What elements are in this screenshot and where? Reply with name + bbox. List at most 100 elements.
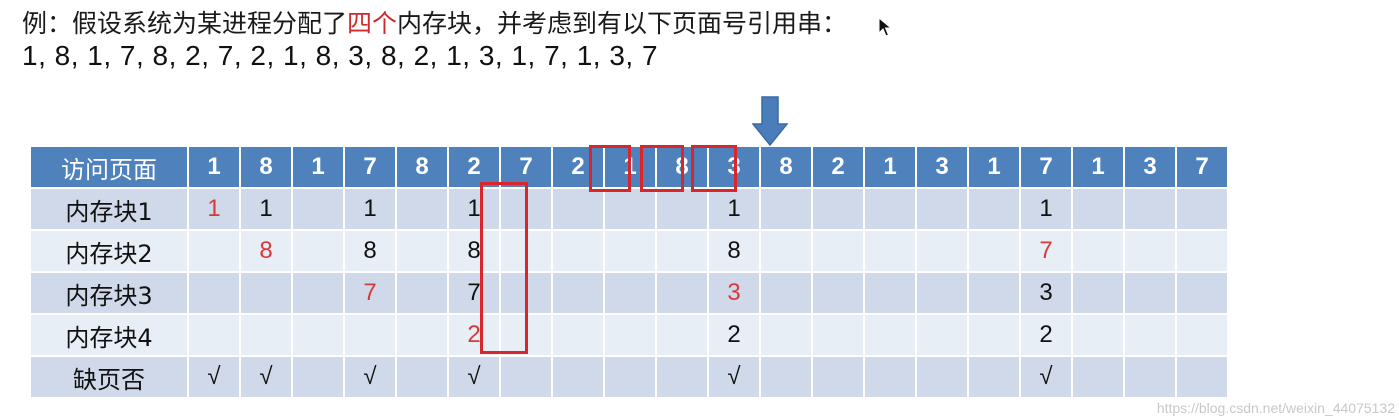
table-cell <box>396 356 449 399</box>
table-cell <box>1072 314 1125 357</box>
page-cell: 8 <box>240 147 293 189</box>
table-cell <box>188 230 241 273</box>
table-cell: 1 <box>1020 188 1073 231</box>
table-row: 缺页否 √ √ √ √ √ √ <box>31 356 1229 399</box>
page-cell: 8 <box>656 147 709 189</box>
table-cell <box>396 188 449 231</box>
table-cell <box>1124 272 1177 315</box>
table-cell <box>760 230 813 273</box>
table-cell <box>500 272 553 315</box>
page-cell: 1 <box>188 147 241 189</box>
table-cell <box>1124 314 1177 357</box>
table-cell <box>500 356 553 399</box>
table-cell <box>188 272 241 315</box>
table-cell: 2 <box>1020 314 1073 357</box>
row-label: 内存块1 <box>31 188 189 231</box>
table-row: 内存块4 2 2 2 <box>31 314 1229 357</box>
table-cell: 3 <box>708 272 761 315</box>
table-cell <box>916 314 969 357</box>
intro-before: 例：假设系统为某进程分配了 <box>22 9 348 38</box>
table-cell <box>760 356 813 399</box>
table-cell <box>760 314 813 357</box>
intro-highlight: 四个 <box>347 9 398 38</box>
page-cell: 7 <box>500 147 553 189</box>
table-cell <box>968 272 1021 315</box>
table-row: 内存块1 1 1 1 1 1 1 <box>31 188 1229 231</box>
table-cell <box>292 356 345 399</box>
table-cell <box>292 272 345 315</box>
table-row: 内存块2 8 8 8 8 7 <box>31 230 1229 273</box>
table-cell <box>604 314 657 357</box>
table-cell: 7 <box>1020 230 1073 273</box>
table-cell <box>344 314 397 357</box>
table-cell <box>812 314 865 357</box>
table-cell: 1 <box>188 188 241 231</box>
page-cell: 3 <box>916 147 969 189</box>
table-cell <box>812 188 865 231</box>
table-cell <box>240 314 293 357</box>
table-cell: √ <box>1020 356 1073 399</box>
table-cell <box>916 272 969 315</box>
table-cell <box>500 188 553 231</box>
table-cell <box>396 230 449 273</box>
row-label: 内存块2 <box>31 230 189 273</box>
table-cell <box>500 314 553 357</box>
table-cell <box>292 188 345 231</box>
table-cell: 1 <box>708 188 761 231</box>
table-cell <box>656 314 709 357</box>
page-cell: 3 <box>708 147 761 189</box>
table-cell <box>292 230 345 273</box>
table-cell: √ <box>344 356 397 399</box>
table-cell: 1 <box>240 188 293 231</box>
page-cell: 8 <box>760 147 813 189</box>
table-cell <box>1124 356 1177 399</box>
table-cell <box>552 314 605 357</box>
table-cell <box>1176 356 1229 399</box>
row-label: 内存块3 <box>31 272 189 315</box>
table-cell <box>968 314 1021 357</box>
table-cell <box>604 356 657 399</box>
table-cell <box>760 272 813 315</box>
table-cell <box>396 272 449 315</box>
page-cell: 1 <box>968 147 1021 189</box>
table-cell <box>864 188 917 231</box>
table-cell: 8 <box>708 230 761 273</box>
table-cell: √ <box>188 356 241 399</box>
row-label: 缺页否 <box>31 356 189 399</box>
table-cell <box>968 356 1021 399</box>
table-cell <box>604 272 657 315</box>
table-cell <box>812 272 865 315</box>
table-cell <box>656 356 709 399</box>
table-cell <box>1072 188 1125 231</box>
page-cell: 3 <box>1124 147 1177 189</box>
table-cell <box>1176 230 1229 273</box>
page-cell: 2 <box>552 147 605 189</box>
table-cell <box>604 188 657 231</box>
table-cell: 7 <box>344 272 397 315</box>
table-cell <box>916 188 969 231</box>
table-cell <box>1072 272 1125 315</box>
table-cell <box>1176 272 1229 315</box>
table-cell: 7 <box>448 272 501 315</box>
reference-string: 1, 8, 1, 7, 8, 2, 7, 2, 1, 8, 3, 8, 2, 1… <box>22 40 659 71</box>
table-cell <box>864 230 917 273</box>
table-cell <box>760 188 813 231</box>
table-cell <box>292 314 345 357</box>
table-cell: 1 <box>344 188 397 231</box>
page-cell: 7 <box>1020 147 1073 189</box>
table-cell <box>1124 230 1177 273</box>
table-cell: 8 <box>448 230 501 273</box>
table-cell <box>656 188 709 231</box>
page-cell: 1 <box>1072 147 1125 189</box>
page-cell: 2 <box>448 147 501 189</box>
row-label: 内存块4 <box>31 314 189 357</box>
table-cell: 8 <box>240 230 293 273</box>
page-cell: 1 <box>604 147 657 189</box>
intro-text: 例：假设系统为某进程分配了四个内存块，并考虑到有以下页面号引用串： <box>22 4 847 40</box>
mouse-cursor-icon <box>878 17 892 37</box>
table-cell <box>552 272 605 315</box>
table-cell <box>812 230 865 273</box>
table-cell <box>864 272 917 315</box>
table-cell: √ <box>708 356 761 399</box>
table-cell <box>552 356 605 399</box>
